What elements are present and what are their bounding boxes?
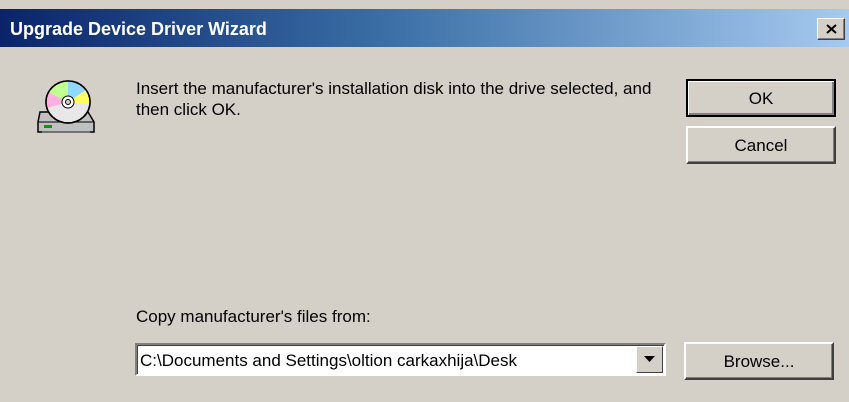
title-bar[interactable]: Upgrade Device Driver Wizard	[0, 9, 849, 47]
dialog-window: Upgrade Device Driver Wizard Insert the …	[0, 0, 849, 402]
browse-button[interactable]: Browse...	[684, 342, 834, 380]
cancel-button[interactable]: Cancel	[686, 126, 836, 164]
copy-from-combobox[interactable]: C:\Documents and Settings\oltion carkaxh…	[135, 343, 666, 376]
disk-drive-icon	[37, 80, 95, 133]
close-icon	[826, 24, 837, 34]
instruction-message: Insert the manufacturer's installation d…	[136, 79, 652, 119]
copy-from-label: Copy manufacturer's files from:	[136, 307, 371, 326]
chevron-down-icon	[644, 356, 655, 362]
window-title: Upgrade Device Driver Wizard	[10, 19, 267, 39]
ok-button[interactable]: OK	[686, 79, 836, 117]
copy-from-path-value[interactable]: C:\Documents and Settings\oltion carkaxh…	[140, 348, 634, 373]
close-button[interactable]	[817, 18, 845, 40]
dropdown-button[interactable]	[636, 346, 663, 373]
